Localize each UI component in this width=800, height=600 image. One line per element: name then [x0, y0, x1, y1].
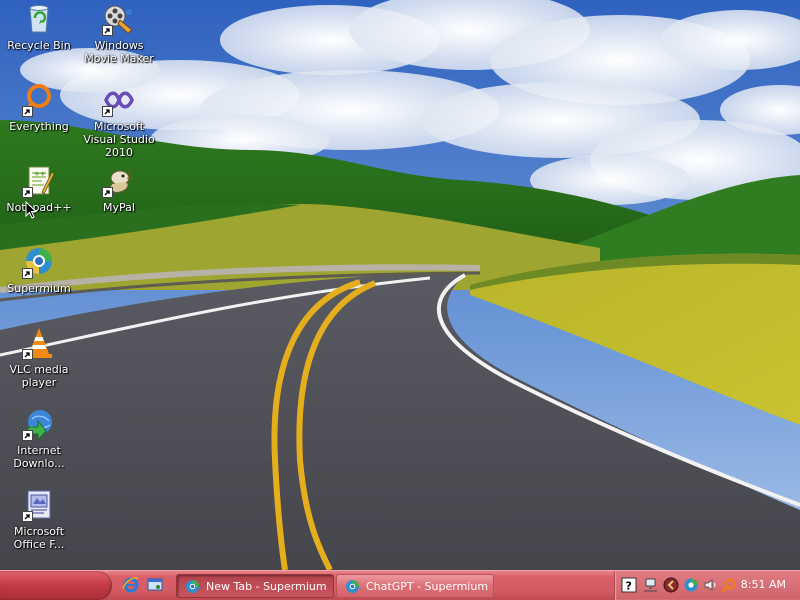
movie-maker-icon — [102, 2, 136, 36]
desktop-icon-label: Everything — [9, 120, 69, 133]
desktop-icon-everything[interactable]: Everything — [0, 83, 78, 159]
notepad-plus-plus-icon: ++ — [22, 164, 56, 198]
taskbar-button-label: New Tab - Supermium — [206, 579, 327, 593]
shortcut-arrow-icon — [22, 430, 33, 441]
vlc-cone-icon — [22, 326, 56, 360]
start-button[interactable] — [0, 571, 112, 600]
taskbar-button-chatgpt-supermium[interactable]: ChatGPT - Supermium — [336, 574, 494, 598]
desktop-icon-label: Microsoft Office F... — [13, 525, 65, 551]
volume-icon[interactable] — [703, 577, 719, 593]
taskbar: New Tab - Supermium ChatGPT - Supermium … — [0, 570, 800, 600]
svg-text:?: ? — [626, 580, 632, 593]
taskbar-clock[interactable]: 8:51 AM — [741, 578, 786, 591]
help-icon[interactable]: ? — [621, 577, 637, 593]
desktop-icon-label: Recycle Bin — [7, 39, 71, 52]
system-tray: ? 8:51 AM — [614, 571, 800, 600]
desktop-icon-supermium[interactable]: Supermium — [0, 245, 78, 321]
desktop-icon-microsoft-office-file[interactable]: Microsoft Office F... — [0, 488, 78, 564]
shortcut-arrow-icon — [102, 25, 113, 36]
desktop-icon-recycle-bin[interactable]: Recycle Bin — [0, 2, 78, 78]
desktop-icon-label: Windows Movie Maker — [84, 39, 154, 65]
supermium-browser-icon — [185, 579, 200, 594]
desktop-icon-label: Notepad++ — [6, 201, 72, 214]
mouse-cursor-icon — [25, 201, 37, 219]
office-file-icon — [22, 488, 56, 522]
shortcut-arrow-icon — [22, 187, 33, 198]
shortcut-arrow-icon — [102, 187, 113, 198]
desktop-icon-internet-download-manager[interactable]: Internet Downlo... — [0, 407, 78, 483]
internet-explorer-icon[interactable] — [122, 576, 140, 594]
recycle-bin-icon — [22, 2, 56, 36]
visual-studio-icon — [102, 83, 136, 117]
desktop-icon-vlc[interactable]: VLC media player — [0, 326, 78, 402]
svg-text:++: ++ — [34, 170, 46, 178]
mypal-browser-icon — [102, 164, 136, 198]
desktop-icon-label: Microsoft Visual Studio 2010 — [83, 120, 155, 159]
desktop-icon-label: Supermium — [7, 282, 71, 295]
internet-download-manager-icon — [22, 407, 56, 441]
shortcut-arrow-icon — [22, 349, 33, 360]
quick-launch-bar — [122, 576, 164, 596]
mypal-tray-icon[interactable] — [663, 577, 679, 593]
supermium-tray-icon[interactable] — [683, 577, 699, 593]
shortcut-arrow-icon — [22, 511, 33, 522]
desktop-icon-windows-movie-maker[interactable]: Windows Movie Maker — [80, 2, 158, 78]
taskbar-button-new-tab-supermium[interactable]: New Tab - Supermium — [176, 574, 334, 598]
shortcut-arrow-icon — [22, 268, 33, 279]
desktop-icon-label: Internet Downlo... — [13, 444, 65, 470]
everything-tray-icon[interactable] — [721, 577, 737, 593]
everything-search-icon — [22, 83, 56, 117]
desktop-icon-mypal[interactable]: MyPal — [80, 164, 158, 240]
desktop-icon-visual-studio[interactable]: Microsoft Visual Studio 2010 — [80, 83, 158, 159]
show-desktop-icon[interactable] — [146, 576, 164, 594]
shortcut-arrow-icon — [22, 106, 33, 117]
desktop-icon-notepad-plus-plus[interactable]: ++ Notepad++ — [0, 164, 78, 240]
desktop-icon-label: VLC media player — [9, 363, 69, 389]
supermium-browser-icon — [22, 245, 56, 279]
taskbar-button-label: ChatGPT - Supermium — [366, 579, 489, 593]
supermium-browser-icon — [345, 579, 360, 594]
desktop-icon-label: MyPal — [103, 201, 135, 214]
network-icon[interactable] — [643, 577, 659, 593]
shortcut-arrow-icon — [102, 106, 113, 117]
